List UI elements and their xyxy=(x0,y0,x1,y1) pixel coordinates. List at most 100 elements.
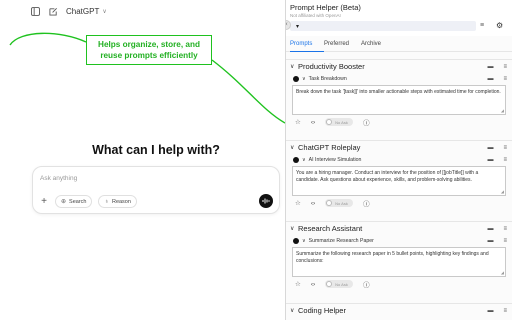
toggle-label: No Ask xyxy=(335,200,348,206)
prompt-actions: ☆ ‹› No Ask ⓘ xyxy=(286,196,512,210)
prompt-name: Task Breakdown xyxy=(308,76,347,82)
chevron-down-icon: ∨ xyxy=(302,157,306,163)
code-icon[interactable]: ‹› xyxy=(311,281,315,288)
chevron-down-icon: ∨ xyxy=(290,64,295,70)
drag-handle-icon[interactable]: ▬ xyxy=(487,157,493,163)
prompt-bullet-icon xyxy=(293,238,299,244)
drag-handle-icon[interactable]: ▬ xyxy=(487,64,493,70)
prompt-actions: ☆ ‹› No Ask ⓘ xyxy=(286,277,512,291)
chevron-down-icon: ∨ xyxy=(302,238,306,244)
info-icon[interactable]: ⓘ xyxy=(363,279,370,289)
prompt-item-header[interactable]: ∨ Task Breakdown ▬ ≡ xyxy=(286,73,512,85)
chatgpt-pane: ChatGPT ∨ Helps organize, store, and reu… xyxy=(0,0,285,320)
info-icon[interactable]: ⓘ xyxy=(363,117,370,127)
drag-handle-icon[interactable]: ▬ xyxy=(487,76,493,82)
category-name: Coding Helper xyxy=(298,306,346,315)
resize-grip-icon[interactable]: ◢ xyxy=(501,107,504,114)
star-icon[interactable]: ☆ xyxy=(295,118,301,126)
info-icon[interactable]: ⓘ xyxy=(363,198,370,208)
category-name: ChatGPT Roleplay xyxy=(298,143,361,152)
panel-tabs: Prompts Preferred Archive xyxy=(286,38,512,52)
menu-icon[interactable]: ≡ xyxy=(503,76,507,82)
category-header[interactable]: ∨ ChatGPT Roleplay ▬ ≡ xyxy=(286,140,512,154)
code-icon[interactable]: ‹› xyxy=(311,119,315,126)
new-chat-icon[interactable] xyxy=(48,6,58,16)
prompt-name: AI Interview Simulation xyxy=(308,157,362,163)
prompt-bullet-icon xyxy=(293,157,299,163)
drag-handle-icon[interactable]: ▬ xyxy=(487,308,493,314)
composer-tools: + ⊕ Search ♁ Reason xyxy=(39,195,137,208)
prompt-text: You are a hiring manager. Conduct an int… xyxy=(296,170,479,183)
toggle-label: No Ask xyxy=(335,119,348,125)
menu-icon[interactable]: ≡ xyxy=(503,157,507,163)
welcome-heading: What can I help with? xyxy=(92,143,220,157)
tab-prompts[interactable]: Prompts xyxy=(290,38,324,52)
no-ask-toggle[interactable]: No Ask xyxy=(325,199,354,207)
star-icon[interactable]: ☆ xyxy=(295,199,301,207)
prompt-set-select[interactable]: ▾ xyxy=(290,21,476,31)
tab-archive[interactable]: Archive xyxy=(361,38,401,52)
category-section: ∨ Research Assistant ▬ ≡ ∨ Summarize Rese… xyxy=(286,221,512,291)
prompt-textarea[interactable]: Break down the task '[task]]' into small… xyxy=(292,85,506,115)
prompt-text: Summarize the following research paper i… xyxy=(296,251,489,264)
category-section: ∨ Coding Helper ▬ ≡ xyxy=(286,303,512,317)
chevron-down-icon: ∨ xyxy=(302,76,306,82)
prompt-name: Summarize Research Paper xyxy=(308,238,374,244)
code-icon[interactable]: ‹› xyxy=(311,200,315,207)
prompt-item-header[interactable]: ∨ AI Interview Simulation ▬ ≡ xyxy=(286,154,512,166)
resize-grip-icon[interactable]: ◢ xyxy=(501,269,504,276)
chevron-down-icon: ∨ xyxy=(290,145,295,151)
drag-handle-icon[interactable]: ▬ xyxy=(487,145,493,151)
category-section: ∨ Productivity Booster ▬ ≡ ∨ Task Breakdo… xyxy=(286,59,512,129)
voice-mode-button[interactable] xyxy=(259,194,273,208)
reason-button[interactable]: ♁ Reason xyxy=(98,195,137,208)
prompt-textarea[interactable]: Summarize the following research paper i… xyxy=(292,247,506,277)
category-name: Productivity Booster xyxy=(298,62,365,71)
panel-title: Prompt Helper (Beta) xyxy=(290,3,361,12)
drag-handle-icon[interactable]: ▬ xyxy=(487,226,493,232)
menu-icon[interactable]: ≡ xyxy=(503,308,507,314)
feature-callout: Helps organize, store, and reuse prompts… xyxy=(86,35,212,65)
category-name: Research Assistant xyxy=(298,224,363,233)
chevron-down-icon: ∨ xyxy=(102,8,107,15)
prompt-textarea[interactable]: You are a hiring manager. Conduct an int… xyxy=(292,166,506,196)
menu-icon[interactable]: ≡ xyxy=(503,64,507,70)
menu-icon[interactable]: ≡ xyxy=(503,238,507,244)
category-section: ∨ ChatGPT Roleplay ▬ ≡ ∨ AI Interview Sim… xyxy=(286,140,512,210)
chevron-down-icon: ∨ xyxy=(290,308,295,314)
prompt-item-header[interactable]: ∨ Summarize Research Paper ▬ ≡ xyxy=(286,235,512,247)
globe-icon: ⊕ xyxy=(61,199,67,205)
chevron-down-icon: ∨ xyxy=(290,226,295,232)
panel-subtitle: Not affiliated with OpenAI xyxy=(290,13,341,18)
resize-grip-icon[interactable]: ◢ xyxy=(501,188,504,195)
caret-down-icon: ▾ xyxy=(296,23,300,30)
no-ask-toggle[interactable]: No Ask xyxy=(325,280,354,288)
composer-input[interactable]: Ask anything xyxy=(40,175,77,182)
category-header[interactable]: ∨ Productivity Booster ▬ ≡ xyxy=(286,59,512,73)
category-header[interactable]: ∨ Coding Helper ▬ ≡ xyxy=(286,303,512,317)
search-button[interactable]: ⊕ Search xyxy=(55,195,93,208)
prompt-text: Break down the task '[task]]' into small… xyxy=(296,89,501,95)
reason-button-label: Reason xyxy=(111,198,131,205)
gear-icon[interactable]: ⚙ xyxy=(496,21,503,30)
lightbulb-icon: ♁ xyxy=(104,198,109,205)
category-header[interactable]: ∨ Research Assistant ▬ ≡ xyxy=(286,221,512,235)
star-icon[interactable]: ☆ xyxy=(295,280,301,288)
message-composer[interactable]: Ask anything + ⊕ Search ♁ Reason xyxy=(32,166,280,214)
callout-line-1: Helps organize, store, and xyxy=(98,40,200,49)
drag-handle-icon[interactable]: ▬ xyxy=(487,238,493,244)
toggle-label: No Ask xyxy=(335,281,348,287)
sidebar-toggle-icon[interactable] xyxy=(30,6,40,16)
prompt-bullet-icon xyxy=(293,76,299,82)
model-selector[interactable]: ChatGPT ∨ xyxy=(66,7,107,16)
panel-header: Prompt Helper (Beta) Not affiliated with… xyxy=(286,0,512,36)
no-ask-toggle[interactable]: No Ask xyxy=(325,118,354,126)
waveform-icon xyxy=(262,198,270,204)
attach-plus-icon[interactable]: + xyxy=(39,196,49,207)
menu-icon[interactable]: ≡ xyxy=(480,22,484,29)
search-button-label: Search xyxy=(69,198,87,205)
menu-icon[interactable]: ≡ xyxy=(503,226,507,232)
menu-icon[interactable]: ≡ xyxy=(503,145,507,151)
callout-line-2: reuse prompts efficiently xyxy=(100,51,198,60)
tab-preferred[interactable]: Preferred xyxy=(324,38,361,52)
